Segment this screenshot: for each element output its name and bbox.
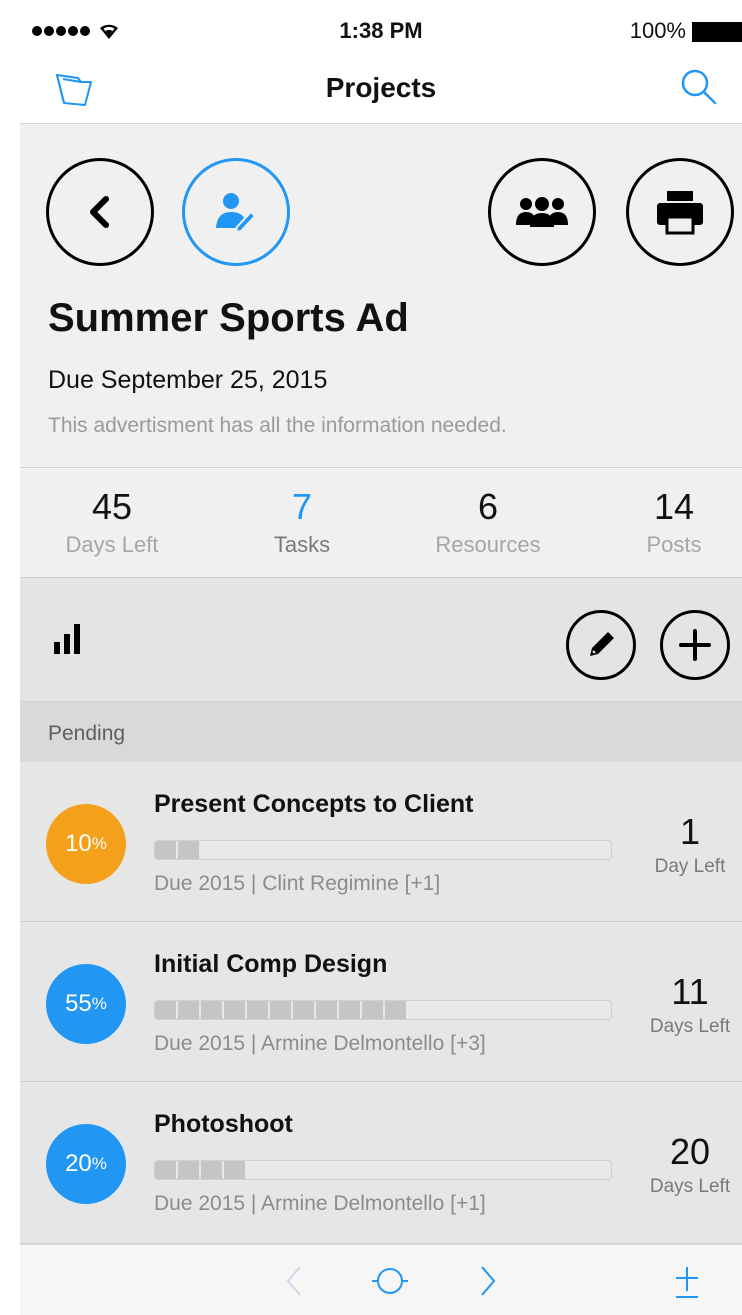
print-button[interactable] bbox=[626, 158, 734, 266]
stat-value: 6 bbox=[477, 486, 499, 527]
percent-sign: % bbox=[91, 994, 107, 1013]
project-due-date: Due September 25, 2015 bbox=[48, 366, 328, 394]
stat-value: 14 bbox=[653, 486, 695, 527]
navigation-bar: Projects bbox=[20, 60, 742, 124]
task-meta: Due 2015 | Armine Delmontello [+1] bbox=[154, 1192, 486, 1215]
task-percent: 20 bbox=[65, 1150, 92, 1177]
days-label: Day Left bbox=[654, 856, 726, 877]
days-label: Days Left bbox=[649, 1016, 731, 1037]
stat-posts[interactable]: 14 Posts bbox=[640, 486, 708, 558]
project-description: This advertisment has all the informatio… bbox=[48, 414, 507, 437]
task-days-left: 1 Day Left bbox=[642, 812, 738, 878]
back-button[interactable] bbox=[46, 158, 154, 266]
task-title: Initial Comp Design bbox=[154, 950, 388, 978]
stat-value: 7 bbox=[291, 486, 313, 527]
days-number: 11 bbox=[671, 971, 709, 1012]
bottom-toolbar bbox=[20, 1244, 742, 1315]
percent-sign: % bbox=[91, 834, 107, 853]
project-header: Summer Sports Ad Due September 25, 2015 … bbox=[20, 124, 742, 468]
task-progress-fill bbox=[155, 841, 201, 859]
project-title: Summer Sports Ad bbox=[48, 296, 409, 340]
team-icon bbox=[516, 197, 568, 227]
battery-percentage: 100% bbox=[629, 18, 686, 43]
search-icon[interactable] bbox=[678, 66, 720, 108]
task-row[interactable]: 10% Present Concepts to Client Due 2015 … bbox=[20, 762, 742, 922]
task-meta: Due 2015 | Clint Regimine [+1] bbox=[154, 872, 441, 895]
plus-minus-icon[interactable] bbox=[672, 1265, 702, 1299]
task-toolbar bbox=[20, 578, 742, 702]
project-stats: 45 Days Left 7 Tasks 6 Resources 14 Post… bbox=[20, 468, 742, 578]
task-percent: 10 bbox=[65, 830, 92, 857]
task-progress-badge: 55% bbox=[46, 964, 126, 1044]
stat-label: Resources bbox=[435, 532, 541, 557]
section-label: Pending bbox=[48, 722, 126, 745]
plus-icon bbox=[679, 629, 711, 661]
days-number: 20 bbox=[669, 1131, 711, 1172]
status-bar: 1:38 PM 100% bbox=[20, 0, 742, 60]
user-edit-icon bbox=[216, 193, 257, 234]
page-title: Projects bbox=[325, 72, 437, 103]
task-progress-bar bbox=[154, 840, 612, 860]
task-row[interactable]: 55% Initial Comp Design Due 2015 | Armin… bbox=[20, 922, 742, 1082]
stat-resources[interactable]: 6 Resources bbox=[428, 486, 548, 558]
days-label: Days Left bbox=[649, 1176, 731, 1197]
stat-days-left[interactable]: 45 Days Left bbox=[60, 486, 164, 558]
chevron-left-icon bbox=[90, 196, 109, 228]
task-meta: Due 2015 | Armine Delmontello [+3] bbox=[154, 1032, 486, 1055]
task-progress-fill bbox=[155, 1161, 247, 1179]
pencil-icon bbox=[590, 632, 614, 656]
task-progress-bar bbox=[154, 1160, 612, 1180]
chevron-right-icon[interactable] bbox=[478, 1265, 498, 1297]
task-progress-fill bbox=[155, 1001, 406, 1019]
stat-label: Days Left bbox=[65, 532, 159, 557]
reload-icon[interactable] bbox=[370, 1265, 410, 1297]
task-percent: 55 bbox=[65, 990, 92, 1017]
task-title: Photoshoot bbox=[154, 1110, 293, 1138]
add-task-button[interactable] bbox=[660, 610, 730, 680]
stat-tasks[interactable]: 7 Tasks bbox=[262, 486, 342, 558]
app-screen: 1:38 PM 100% Projects Summer Sports Ad D… bbox=[0, 0, 742, 1315]
stat-label: Posts bbox=[646, 532, 702, 557]
percent-sign: % bbox=[91, 1154, 107, 1173]
section-header: Pending bbox=[20, 702, 742, 762]
chevron-left-icon[interactable] bbox=[284, 1265, 304, 1297]
task-row[interactable]: 20% Photoshoot Due 2015 | Armine Delmont… bbox=[20, 1082, 742, 1244]
task-progress-bar bbox=[154, 1000, 612, 1020]
battery-icon bbox=[692, 22, 742, 42]
task-title: Present Concepts to Client bbox=[154, 790, 474, 818]
stat-label: Tasks bbox=[273, 532, 331, 557]
projects-screen: 1:38 PM 100% Projects Summer Sports Ad D… bbox=[20, 0, 742, 1315]
stat-value: 45 bbox=[91, 486, 133, 527]
print-icon bbox=[657, 191, 703, 235]
task-progress-badge: 20% bbox=[46, 1124, 126, 1204]
task-days-left: 11 Days Left bbox=[642, 972, 738, 1038]
team-button[interactable] bbox=[488, 158, 596, 266]
task-days-left: 20 Days Left bbox=[642, 1132, 738, 1198]
bar-chart-icon[interactable] bbox=[54, 622, 80, 654]
task-progress-badge: 10% bbox=[46, 804, 126, 884]
edit-user-button[interactable] bbox=[182, 158, 290, 266]
edit-button[interactable] bbox=[566, 610, 636, 680]
days-number: 1 bbox=[679, 811, 701, 852]
